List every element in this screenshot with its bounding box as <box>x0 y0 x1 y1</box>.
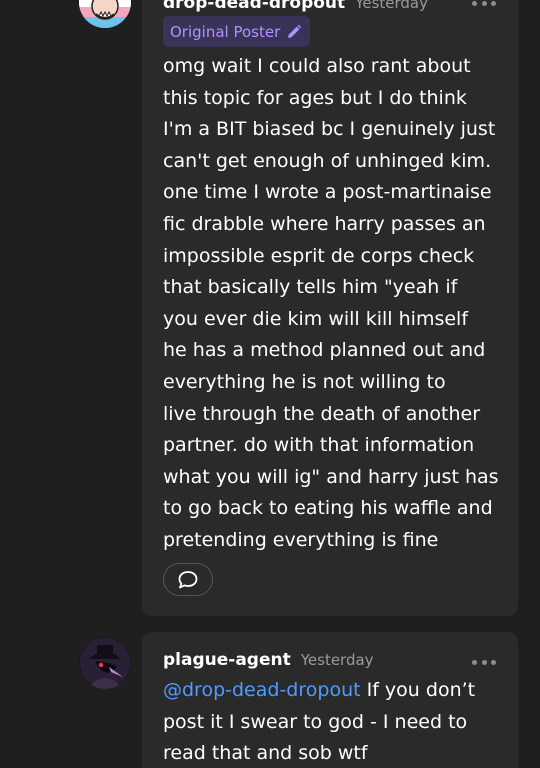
badge-label: Original Poster <box>170 22 281 41</box>
comment-thread: drop-dead-dropout Yesterday Original Pos… <box>0 0 540 768</box>
comment-card: plague-agent Yesterday @drop-dead-dropou… <box>142 632 518 768</box>
timestamp: Yesterday <box>355 0 428 12</box>
avatar-cartoon-face-icon <box>79 0 131 28</box>
username-link[interactable]: plague-agent <box>163 650 291 670</box>
ellipsis-icon <box>472 0 477 6</box>
comment-meta: drop-dead-dropout Yesterday <box>163 0 428 13</box>
comment-meta: plague-agent Yesterday <box>163 650 374 670</box>
pencil-icon <box>288 24 302 38</box>
ellipsis-icon <box>472 659 477 665</box>
timestamp: Yesterday <box>300 651 374 669</box>
more-options-button[interactable] <box>472 656 496 668</box>
comment-card: drop-dead-dropout Yesterday Original Pos… <box>142 0 518 616</box>
original-poster-badge: Original Poster <box>163 16 311 47</box>
avatar-plague-doctor-icon <box>79 637 131 689</box>
avatar[interactable] <box>79 637 131 689</box>
avatar[interactable] <box>79 0 131 28</box>
reply-button[interactable] <box>163 563 213 596</box>
mention-link[interactable]: @drop-dead-dropout <box>163 679 361 701</box>
username-link[interactable]: drop-dead-dropout <box>163 0 345 13</box>
comment-body: @drop-dead-dropout If you don’t post it … <box>163 675 508 768</box>
speech-bubble-icon <box>178 570 198 588</box>
more-options-button[interactable] <box>472 0 496 9</box>
comment-body: omg wait I could also rant about this to… <box>163 55 499 551</box>
